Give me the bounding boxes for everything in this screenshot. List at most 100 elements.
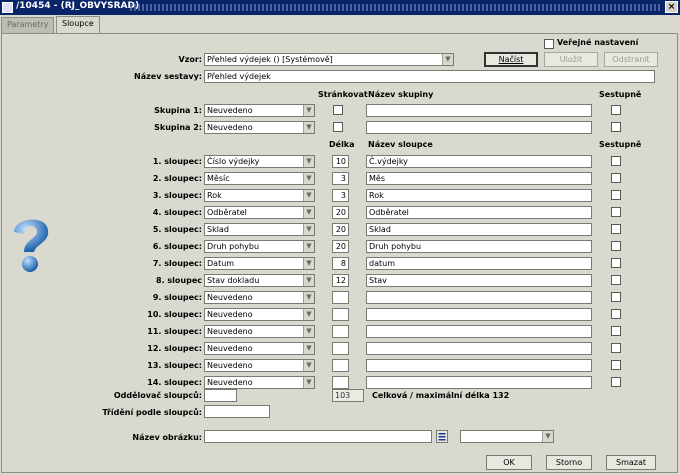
column-2-name-field[interactable]: Měs [366,172,592,185]
column-13-select[interactable]: Neuvedeno ▼ [204,359,315,372]
column-14-length-field[interactable] [332,376,349,389]
column-1-name-field[interactable]: Č.výdejky [366,155,592,168]
column-12-length-field[interactable] [332,342,349,355]
column-8-length-field[interactable]: 12 [332,274,349,287]
vzor-select[interactable]: Přehled výdejek () [Systémově] ▼ [204,53,454,66]
chevron-down-icon: ▼ [303,105,314,116]
column-5-label: 5. sloupec: [152,225,202,234]
column-12-select[interactable]: Neuvedeno ▼ [204,342,315,355]
column-7-length-field[interactable]: 8 [332,257,349,270]
column-12-sestupne-checkbox[interactable] [611,343,621,353]
column-10-select[interactable]: Neuvedeno ▼ [204,308,315,321]
column-13-length-field[interactable] [332,359,349,372]
column-11-name-field[interactable] [366,325,592,338]
column-3-select[interactable]: Rok ▼ [204,189,315,202]
column-8-select[interactable]: Stav dokladu ▼ [204,274,315,287]
chevron-down-icon: ▼ [303,326,314,337]
column-6-select[interactable]: Druh pohybu ▼ [204,240,315,253]
nazev-sestavy-field[interactable]: Přehled výdejek [204,70,655,83]
column-7-label: 7. sloupec: [152,259,202,268]
column-5-select[interactable]: Sklad ▼ [204,223,315,236]
column-13-sestupne-checkbox[interactable] [611,360,621,370]
column-9-label: 9. sloupec: [152,293,202,302]
verejne-checkbox[interactable] [544,39,554,49]
column-12-name-field[interactable] [366,342,592,355]
total-length-field: 103 [332,389,364,402]
column-2-sestupne-checkbox[interactable] [611,173,621,183]
column-6-name-field[interactable]: Druh pohybu [366,240,592,253]
close-icon[interactable]: × [665,1,678,13]
trideni-field[interactable] [204,405,270,418]
column-1-sestupne-checkbox[interactable] [611,156,621,166]
oddelovac-label: Oddělovač sloupců: [113,391,202,400]
column-2-select[interactable]: Měsíc ▼ [204,172,315,185]
column-13-name-field[interactable] [366,359,592,372]
column-4-select[interactable]: Odběratel ▼ [204,206,315,219]
column-8-name-field[interactable]: Stav [366,274,592,287]
odstranit-button[interactable]: Odstranit [604,52,658,67]
column-14-select[interactable]: Neuvedeno ▼ [204,376,315,389]
column-11-length-field[interactable] [332,325,349,338]
column-9-length-field[interactable] [332,291,349,304]
chevron-down-icon: ▼ [303,377,314,388]
column-3-name-field[interactable]: Rok [366,189,592,202]
title-bar: /10454 - (RJ_OBVYSRAD) × [0,0,680,15]
column-11-select[interactable]: Neuvedeno ▼ [204,325,315,338]
column-7-select[interactable]: Datum ▼ [204,257,315,270]
nazev-skupiny-header: Název skupiny [368,90,434,99]
chevron-down-icon: ▼ [303,275,314,286]
column-7-name-field[interactable]: datum [366,257,592,270]
nazev-skupiny-1-field[interactable] [366,104,592,117]
column-7-sestupne-checkbox[interactable] [611,258,621,268]
skupina-1-select[interactable]: Neuvedeno ▼ [204,104,315,117]
column-8-label: 8. sloupec [156,276,202,285]
chevron-down-icon: ▼ [303,190,314,201]
column-1-select[interactable]: Číslo výdejky ▼ [204,155,315,168]
column-4-length-field[interactable]: 20 [332,206,349,219]
tab-sloupce[interactable]: Sloupce [56,16,100,34]
column-6-sestupne-checkbox[interactable] [611,241,621,251]
column-8-sestupne-checkbox[interactable] [611,275,621,285]
column-2-length-field[interactable]: 3 [332,172,349,185]
sestupne-skupina-2-checkbox[interactable] [611,122,621,132]
column-3-length-field[interactable]: 3 [332,189,349,202]
question-mark-icon [14,219,49,272]
tab-parametry[interactable]: Parametry [1,17,55,33]
ok-button[interactable]: OK [486,455,532,470]
column-14-sestupne-checkbox[interactable] [611,377,621,387]
chevron-down-icon: ▼ [303,122,314,133]
column-10-sestupne-checkbox[interactable] [611,309,621,319]
nazev-skupiny-2-field[interactable] [366,121,592,134]
list-icon[interactable] [436,430,448,443]
column-11-sestupne-checkbox[interactable] [611,326,621,336]
window-title: /10454 - (RJ_OBVYSRAD) [16,1,140,11]
oddelovac-field[interactable] [204,389,237,402]
column-6-length-field[interactable]: 20 [332,240,349,253]
storno-button[interactable]: Storno [546,455,592,470]
skupina-2-select[interactable]: Neuvedeno ▼ [204,121,315,134]
ulozit-button[interactable]: Uložit [544,52,598,67]
column-14-name-field[interactable] [366,376,592,389]
nazev-obrazku-field[interactable] [204,430,432,443]
column-10-name-field[interactable] [366,308,592,321]
column-9-select[interactable]: Neuvedeno ▼ [204,291,315,304]
column-4-sestupne-checkbox[interactable] [611,207,621,217]
nacist-button[interactable]: Načíst [484,52,538,67]
obrazek-select[interactable]: ▼ [460,430,554,443]
column-13-label: 13. sloupec: [147,361,202,370]
smazat-button[interactable]: Smazat [606,455,656,470]
strankovat-2-checkbox[interactable] [333,122,343,132]
column-5-name-field[interactable]: Sklad [366,223,592,236]
column-3-sestupne-checkbox[interactable] [611,190,621,200]
column-9-name-field[interactable] [366,291,592,304]
column-1-length-field[interactable]: 10 [332,155,349,168]
nazev-sestavy-label: Název sestavy: [134,72,202,81]
column-9-sestupne-checkbox[interactable] [611,292,621,302]
sestupne-header-columns: Sestupně [599,140,642,149]
column-10-length-field[interactable] [332,308,349,321]
column-5-sestupne-checkbox[interactable] [611,224,621,234]
strankovat-1-checkbox[interactable] [333,105,343,115]
column-5-length-field[interactable]: 20 [332,223,349,236]
sestupne-skupina-1-checkbox[interactable] [611,105,621,115]
column-4-name-field[interactable]: Odběratel [366,206,592,219]
